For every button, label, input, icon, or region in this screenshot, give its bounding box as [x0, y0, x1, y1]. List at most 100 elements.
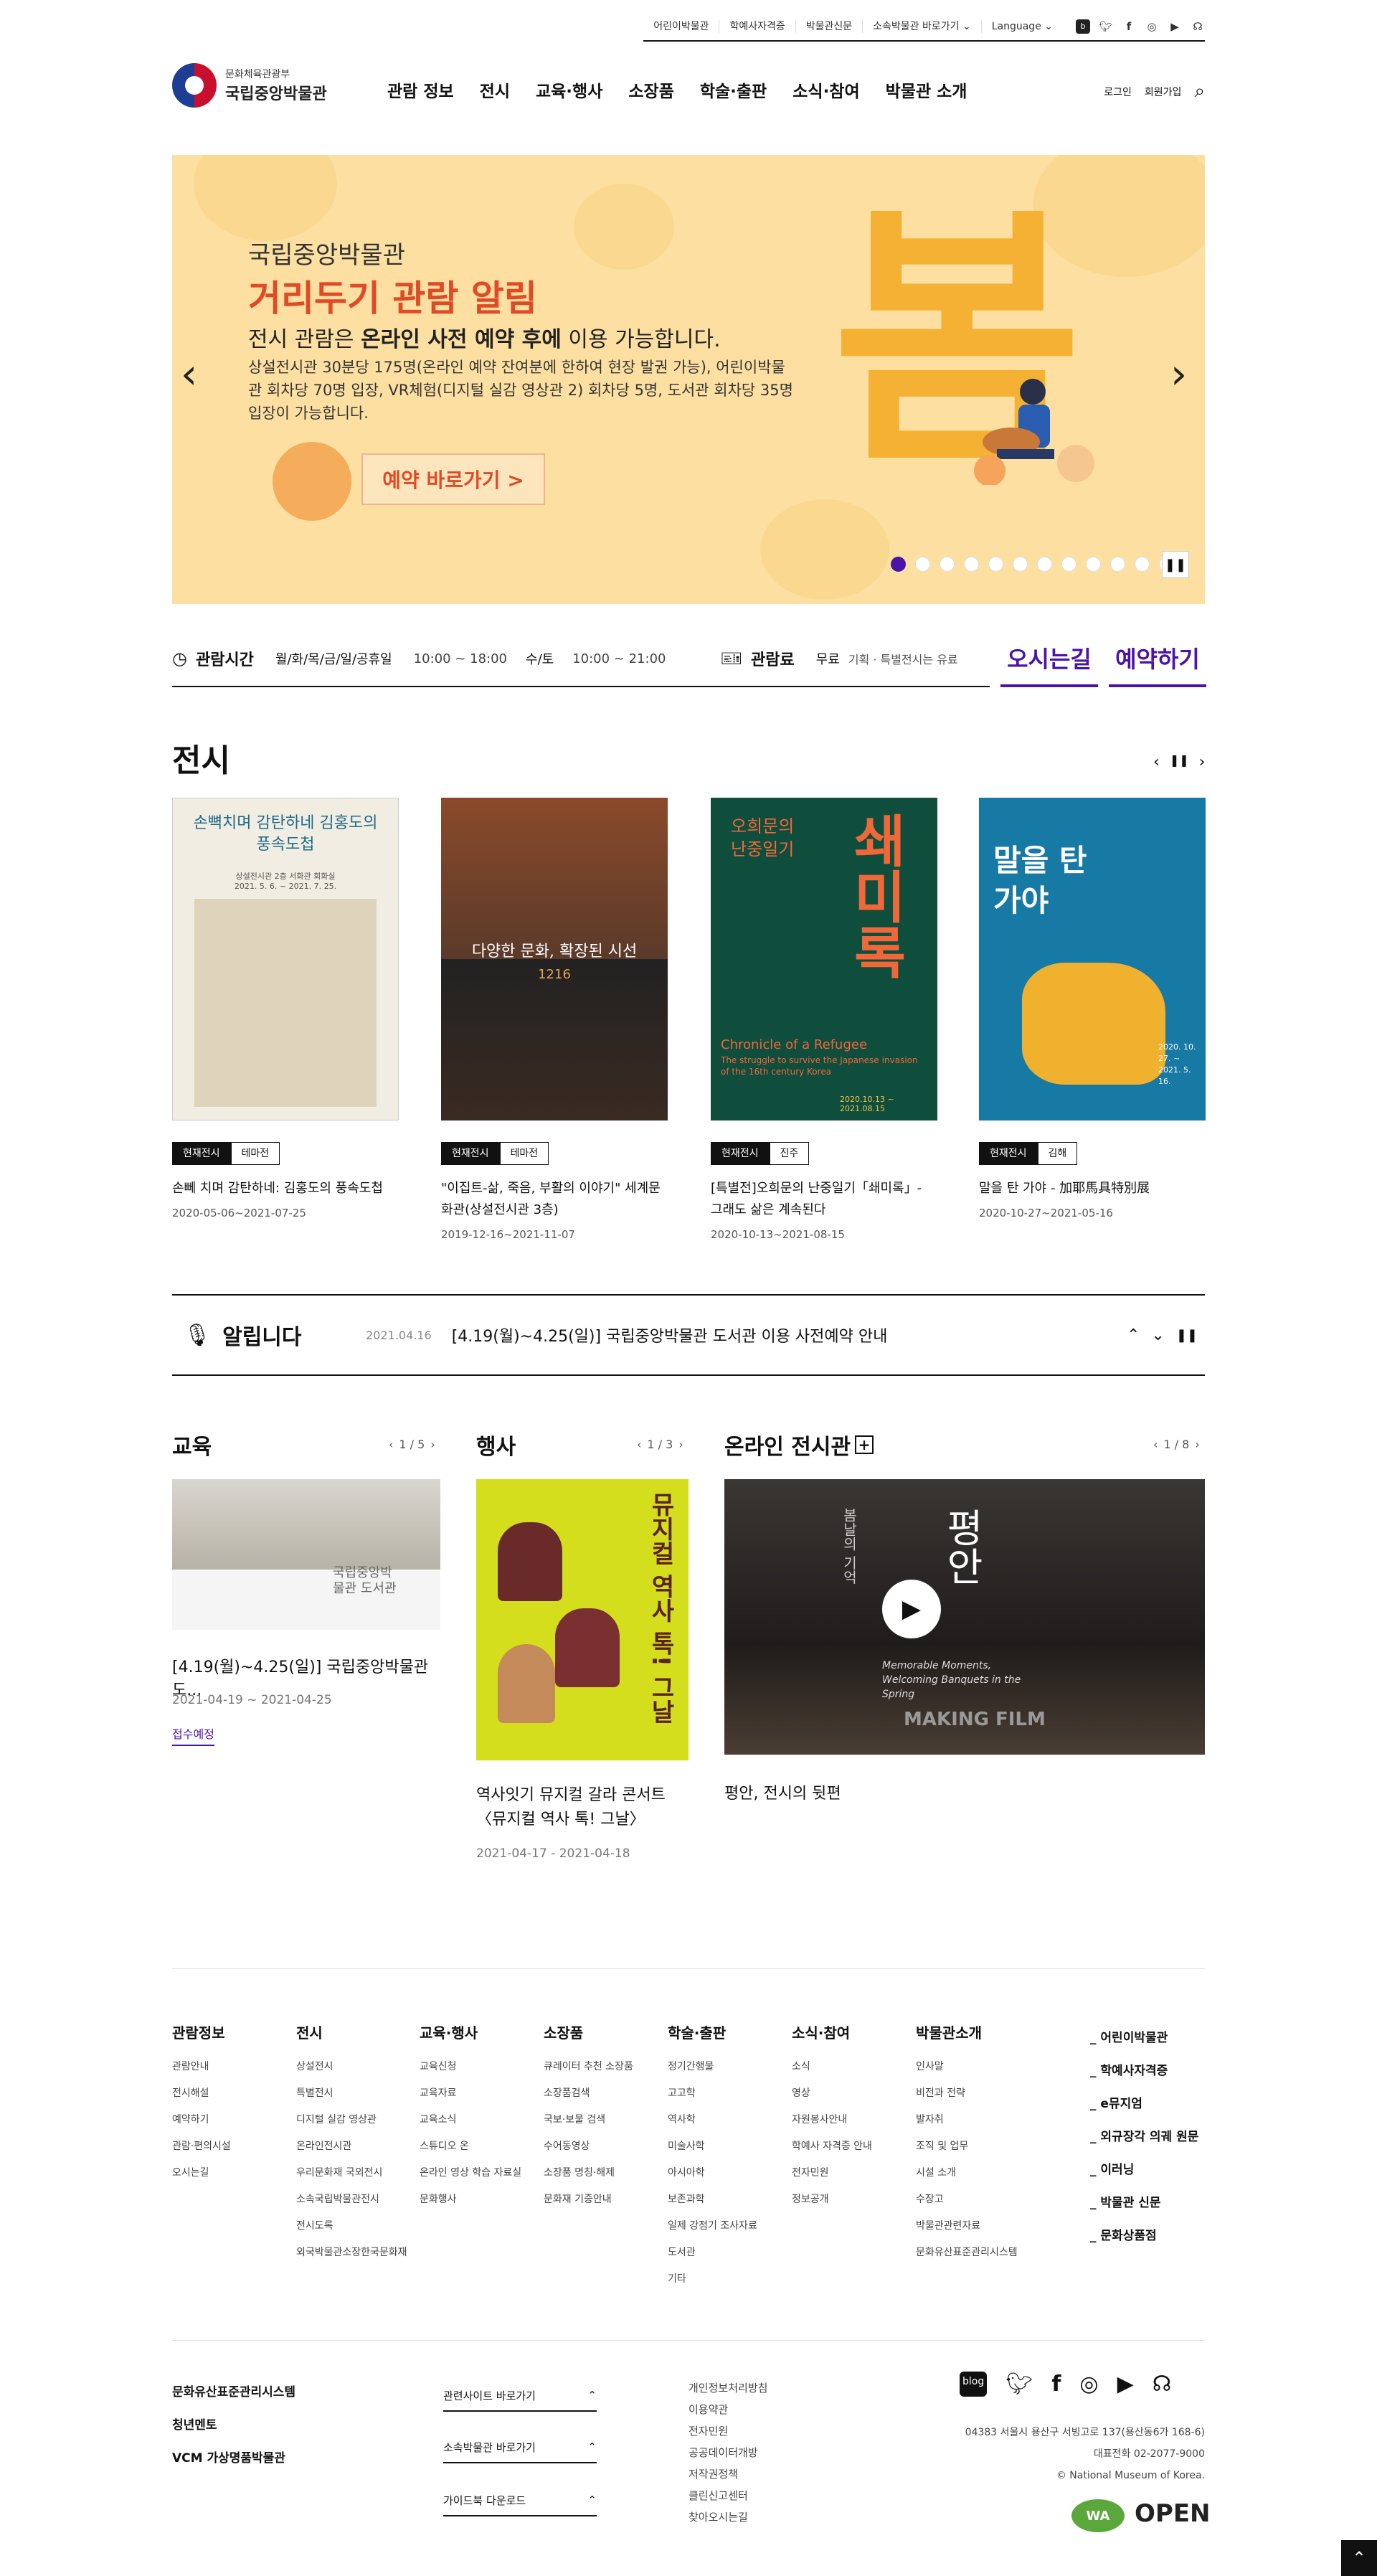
footer-nav-link[interactable]: 관람·편의시설 — [172, 2133, 231, 2160]
util-link-kids[interactable]: 어린이박물관 — [643, 20, 720, 33]
footer-nav-link[interactable]: 수어동영상 — [544, 2133, 633, 2160]
nav-exhibition[interactable]: 전시 — [480, 77, 510, 102]
login-link[interactable]: 로그인 — [1104, 85, 1132, 99]
footer-column-heading[interactable]: 교육·행사 — [420, 2021, 521, 2042]
footer-nav-link[interactable]: 오시는길 — [172, 2160, 231, 2186]
pagination-dot[interactable] — [940, 557, 955, 572]
pause-icon[interactable]: ❚❚ — [1170, 753, 1189, 771]
footer-nav-link[interactable]: 상설전시 — [296, 2054, 407, 2080]
youtube-icon[interactable]: ▶ — [1168, 19, 1182, 34]
nav-visit[interactable]: 관람 정보 — [387, 77, 454, 102]
footer-policy-link[interactable]: 전자민원 — [688, 2420, 767, 2442]
related-sites-select[interactable]: 관련사이트 바로가기 ⌃ — [443, 2380, 597, 2412]
footer-nav-link[interactable]: 역사학 — [668, 2107, 757, 2133]
footer-quick-link[interactable]: _ e뮤지엄 — [1090, 2087, 1198, 2120]
exhibition-title[interactable]: [특별전]오희문의 난중일기「쇄미록」- 그래도 삶은 계속된다 — [711, 1178, 937, 1221]
footer-nav-link[interactable]: 자원봉사안내 — [792, 2107, 872, 2133]
join-link[interactable]: 회원가입 — [1145, 85, 1182, 99]
util-language-dropdown[interactable]: Language — [982, 20, 1063, 33]
footer-nav-link[interactable]: 영상 — [792, 2080, 872, 2107]
footer-quick-link[interactable]: _ 문화상품점 — [1090, 2219, 1198, 2252]
footer-nav-link[interactable]: 미술사학 — [668, 2133, 757, 2160]
footer-nav-link[interactable]: 정기간행물 — [668, 2054, 757, 2080]
event-item-title[interactable]: 역사잇기 뮤지컬 갈라 콘서트〈뮤지컬 역사 톡! 그날〉 — [476, 1783, 691, 1832]
footer-nav-link[interactable]: 온라인 영상 학습 자료실 — [420, 2160, 521, 2186]
footer-nav-link[interactable]: 일제 강점기 조사자료 — [668, 2213, 757, 2240]
footer-quick-link[interactable]: _ 외규장각 의궤 원문 — [1090, 2120, 1198, 2153]
chevron-left-icon[interactable]: ‹ — [637, 1438, 641, 1451]
footer-nav-link[interactable]: 디지털 실감 영상관 — [296, 2107, 407, 2133]
footer-nav-link[interactable]: 시설 소개 — [916, 2160, 1018, 2186]
pagination-dot[interactable] — [988, 557, 1003, 572]
chevron-down-icon[interactable]: ⌄ — [1151, 1326, 1164, 1344]
chevron-up-icon[interactable]: ⌃ — [1127, 1326, 1140, 1344]
footer-left-link[interactable]: 청년멘토 — [172, 2409, 295, 2442]
footer-policy-link[interactable]: 이용약관 — [688, 2399, 767, 2420]
footer-nav-link[interactable]: 전시도록 — [296, 2213, 407, 2240]
footer-nav-link[interactable]: 소장품 명칭·해제 — [544, 2160, 633, 2186]
footer-policy-link[interactable]: 공공데이터개방 — [688, 2442, 767, 2463]
chevron-left-icon[interactable]: ‹ — [1153, 753, 1160, 771]
footer-column-heading[interactable]: 전시 — [296, 2021, 407, 2042]
footer-nav-link[interactable]: 보존과학 — [668, 2186, 757, 2213]
footer-nav-link[interactable]: 정보공개 — [792, 2186, 872, 2213]
banner-next-arrow[interactable]: › — [1170, 353, 1187, 395]
footer-nav-link[interactable]: 학예사 자격증 안내 — [792, 2133, 872, 2160]
scroll-top-button[interactable]: ⌃ — [1341, 2540, 1377, 2576]
online-item-title[interactable]: 평안, 전시의 뒷편 — [724, 1780, 841, 1803]
footer-column-heading[interactable]: 소장품 — [544, 2021, 633, 2042]
footer-nav-link[interactable]: 교육신청 — [420, 2054, 521, 2080]
footer-nav-link[interactable]: 예약하기 — [172, 2107, 231, 2133]
search-icon[interactable]: ⌕ — [1194, 80, 1205, 103]
plus-icon[interactable]: + — [855, 1435, 874, 1454]
education-thumbnail[interactable]: 국립중앙박물관 도서관 — [172, 1479, 440, 1630]
footer-nav-link[interactable]: 외국박물관소장한국문화재 — [296, 2240, 407, 2266]
footer-nav-link[interactable]: 기타 — [668, 2266, 757, 2293]
footer-nav-link[interactable]: 발자취 — [916, 2107, 1018, 2133]
exhibition-card[interactable]: 손뼉치며 감탄하네 김홍도의 풍속도첩 상설전시관 2층 서화관 회화실 202… — [172, 798, 399, 1219]
chevron-right-icon[interactable]: › — [678, 1438, 683, 1451]
nav-news[interactable]: 소식·참여 — [792, 77, 859, 102]
footer-nav-link[interactable]: 관람안내 — [172, 2054, 231, 2080]
chevron-left-icon[interactable]: ‹ — [1153, 1438, 1158, 1451]
online-video[interactable]: 봄날의 기억 평안 ▶ Memorable Moments, Welcoming… — [724, 1479, 1205, 1755]
footer-nav-link[interactable]: 특별전시 — [296, 2080, 407, 2107]
footer-nav-link[interactable]: 스튜디오 온 — [420, 2133, 521, 2160]
pagination-dot[interactable] — [891, 557, 906, 572]
footer-nav-link[interactable]: 박물관관련자료 — [916, 2213, 1018, 2240]
pause-icon[interactable]: ❚❚ — [1176, 1328, 1198, 1343]
util-affiliate-dropdown[interactable]: 소속박물관 바로가기 — [863, 20, 982, 33]
footer-policy-link[interactable]: 개인정보처리방침 — [688, 2377, 767, 2399]
footer-left-link[interactable]: VCM 가상명품박물관 — [172, 2442, 295, 2475]
exhibition-card[interactable]: 다양한 문화, 확장된 시선 1216 현재전시 테마전 "이집트-삶, 죽음, … — [441, 798, 668, 1241]
pagination-dot[interactable] — [915, 557, 930, 572]
podcast-icon[interactable]: ☊ — [1153, 2372, 1172, 2397]
affiliate-select[interactable]: 소속박물관 바로가기 ⌃ — [443, 2432, 597, 2463]
pagination-dot[interactable] — [1135, 557, 1150, 572]
nav-collection[interactable]: 소장품 — [628, 77, 673, 102]
pagination-dot[interactable] — [1061, 557, 1076, 572]
exhibition-card[interactable]: 말을 탄 가야 2020. 10. 27. ~ 2021. 5. 16. 현재전… — [979, 798, 1206, 1219]
chevron-left-icon[interactable]: ‹ — [389, 1438, 393, 1451]
footer-column-heading[interactable]: 소식·참여 — [792, 2021, 872, 2042]
footer-nav-link[interactable]: 문화재 기증안내 — [544, 2186, 633, 2213]
blog-icon[interactable]: b — [1076, 19, 1090, 34]
footer-nav-link[interactable]: 소식 — [792, 2054, 872, 2080]
reserve-quick-button[interactable]: 예약하기 — [1109, 631, 1206, 687]
footer-quick-link[interactable]: _ 이러닝 — [1090, 2153, 1198, 2186]
facebook-icon[interactable]: f — [1051, 2372, 1061, 2397]
nav-research[interactable]: 학술·출판 — [700, 77, 767, 102]
footer-nav-link[interactable]: 전시해설 — [172, 2080, 231, 2107]
footer-left-link[interactable]: 문화유산표준관리시스템 — [172, 2376, 295, 2409]
footer-column-heading[interactable]: 학술·출판 — [668, 2021, 757, 2042]
chevron-right-icon[interactable]: › — [430, 1438, 435, 1451]
footer-nav-link[interactable]: 온라인전시관 — [296, 2133, 407, 2160]
blog-icon[interactable]: blog — [960, 2372, 988, 2397]
footer-policy-link[interactable]: 찾아오시는길 — [688, 2506, 767, 2528]
chevron-right-icon[interactable]: › — [1195, 1438, 1199, 1451]
footer-nav-link[interactable]: 문화유산표준관리시스템 — [916, 2240, 1018, 2266]
footer-nav-link[interactable]: 고고학 — [668, 2080, 757, 2107]
podcast-icon[interactable]: ☊ — [1191, 19, 1205, 34]
footer-nav-link[interactable]: 우리문화재 국외전시 — [296, 2160, 407, 2186]
nav-education[interactable]: 교육·행사 — [536, 77, 602, 102]
